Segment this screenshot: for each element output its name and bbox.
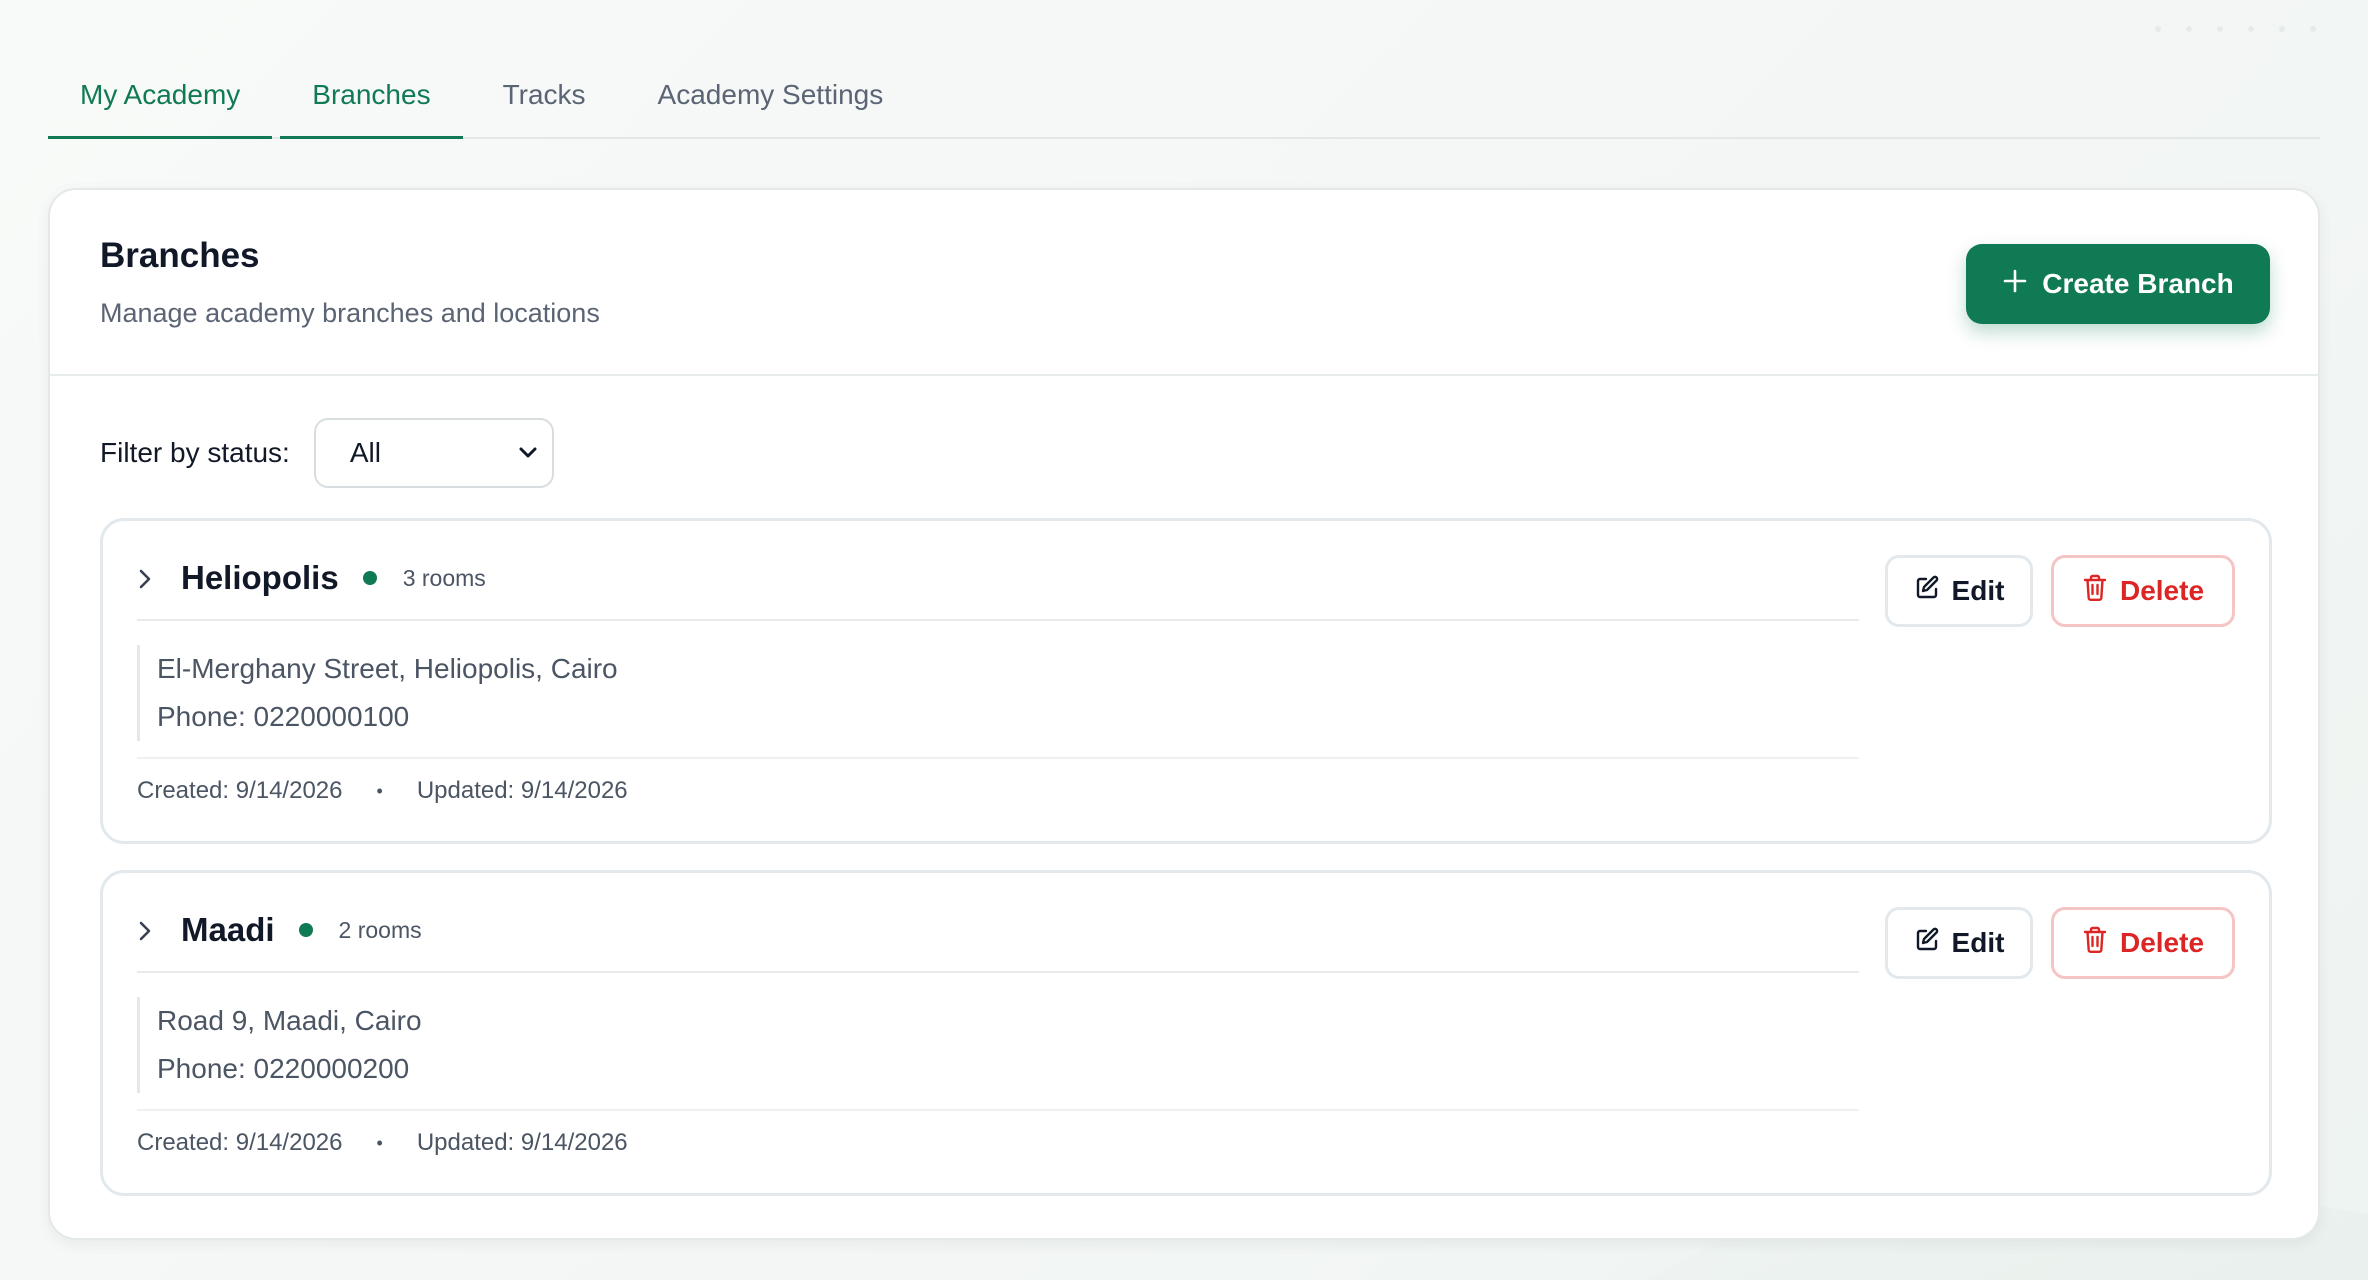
branch-address: Road 9, Maadi, Cairo: [157, 1005, 422, 1036]
page-title: Branches: [100, 236, 260, 275]
academy-tabs: My Academy Branches Tracks Academy Setti…: [48, 52, 2320, 139]
created-date: Created: 9/14/2026: [137, 777, 343, 804]
branch-card-maadi: Maadi 2 rooms Road 9, Maadi, Cairo Phone…: [100, 870, 2272, 1196]
meta-separator: •: [376, 1132, 383, 1153]
branch-address: El-Merghany Street, Heliopolis, Cairo: [157, 653, 618, 684]
chevron-right-icon[interactable]: [137, 913, 167, 949]
branch-name: Maadi: [181, 911, 275, 948]
branch-header: Heliopolis 3 rooms: [137, 559, 1859, 621]
branch-card-heliopolis: Heliopolis 3 rooms El-Merghany Street, H…: [100, 518, 2272, 844]
card-header: Branches Manage academy branches and loc…: [50, 190, 2318, 376]
updated-date: Updated: 9/14/2026: [416, 1129, 628, 1156]
branch-meta: Created: 9/14/2026 • Updated: 9/14/2026: [137, 757, 1859, 805]
branch-meta: Created: 9/14/2026 • Updated: 9/14/2026: [137, 1109, 1859, 1157]
delete-label: Delete: [2119, 575, 2205, 606]
status-dot: [298, 923, 313, 937]
trash-icon: [2082, 926, 2108, 961]
meta-separator: •: [376, 780, 383, 801]
status-dot: [362, 571, 377, 585]
tab-my-academy[interactable]: My Academy: [48, 52, 273, 139]
created-date: Created: 9/14/2026: [137, 1129, 343, 1156]
delete-button[interactable]: Delete: [2051, 555, 2235, 627]
chevron-down-icon: [518, 440, 538, 466]
tab-branches[interactable]: Branches: [280, 52, 463, 139]
tab-academy-settings[interactable]: Academy Settings: [626, 52, 916, 137]
delete-label: Delete: [2119, 927, 2205, 958]
create-branch-button[interactable]: Create Branch: [1966, 244, 2270, 324]
branch-header: Maadi 2 rooms: [137, 911, 1859, 973]
branch-details: El-Merghany Street, Heliopolis, Cairo Ph…: [137, 645, 618, 741]
tab-tracks[interactable]: Tracks: [471, 52, 618, 137]
branch-actions: Edit Delete: [1885, 555, 2235, 627]
status-filter: Filter by status: All: [100, 418, 554, 488]
decorative-dots: [2155, 26, 2316, 32]
edit-button[interactable]: Edit: [1885, 907, 2033, 979]
page-subtitle: Manage academy branches and locations: [100, 298, 600, 328]
edit-icon: [1914, 575, 1940, 608]
status-select[interactable]: All: [313, 418, 554, 488]
delete-button[interactable]: Delete: [2051, 907, 2235, 979]
trash-icon: [2082, 574, 2108, 609]
branch-actions: Edit Delete: [1885, 907, 2235, 979]
create-branch-label: Create Branch: [2042, 268, 2234, 299]
filter-label: Filter by status:: [100, 437, 290, 468]
edit-button[interactable]: Edit: [1885, 555, 2033, 627]
branch-details: Road 9, Maadi, Cairo Phone: 0220000200: [137, 997, 422, 1093]
branch-phone: Phone: 0220000200: [157, 1053, 410, 1084]
branches-card: Branches Manage academy branches and loc…: [48, 188, 2320, 1240]
updated-date: Updated: 9/14/2026: [416, 777, 628, 804]
edit-label: Edit: [1951, 575, 2005, 606]
branch-name: Heliopolis: [181, 559, 339, 596]
edit-icon: [1914, 927, 1940, 960]
plus-icon: [2002, 263, 2028, 301]
branch-phone: Phone: 0220000100: [157, 701, 410, 732]
chevron-right-icon[interactable]: [137, 561, 167, 597]
edit-label: Edit: [1951, 927, 2005, 958]
rooms-count: 2 rooms: [338, 917, 422, 943]
rooms-count: 3 rooms: [402, 565, 486, 591]
status-select-value: All: [349, 437, 381, 468]
